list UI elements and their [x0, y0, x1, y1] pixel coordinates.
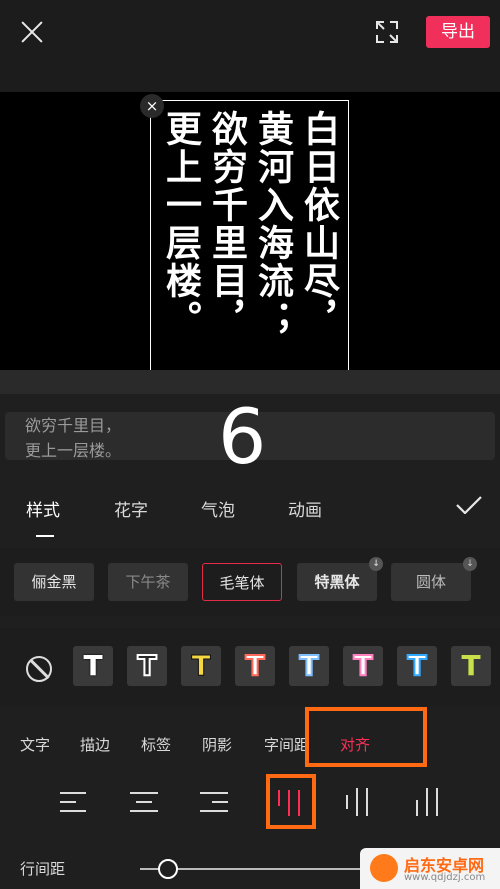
font-selector: 俪金黑 下午茶 毛笔体 特黑体 ↓ 圆体 ↓ [0, 548, 500, 616]
style-tabs: 样式 花字 气泡 动画 [0, 478, 500, 538]
color-swatch[interactable]: T [73, 646, 113, 686]
color-swatch[interactable]: T [397, 646, 437, 686]
poem-column: 白日依山尽， [298, 110, 340, 338]
font-option[interactable]: 圆体 ↓ [391, 557, 477, 601]
tab-bubble[interactable]: 气泡 [201, 496, 235, 521]
no-style-icon[interactable] [26, 656, 52, 682]
watermark: 启东安卓网 www.qdjdzj.com [360, 848, 500, 889]
font-option[interactable]: 俪金黑 [14, 563, 94, 601]
font-label: 特黑体 [314, 573, 360, 591]
slider-handle[interactable] [158, 859, 178, 879]
font-option[interactable]: 特黑体 ↓ [297, 557, 383, 601]
poem-column: 欲穷千里目， [206, 110, 248, 338]
timeline-strip [0, 370, 500, 394]
color-swatch[interactable]: T [181, 646, 221, 686]
line-spacing-label: 行间距 [20, 860, 66, 878]
step-number-annotation: 6 [218, 392, 267, 481]
color-swatch[interactable]: T [127, 646, 167, 686]
vertical-poem-text: 白日依山尽， 黄河入海流； 欲穷千里目， 更上一层楼。 [158, 110, 342, 365]
font-option[interactable]: 下午茶 [108, 563, 188, 601]
input-line: 欲穷千里目， [25, 416, 122, 435]
close-icon[interactable] [18, 18, 46, 46]
subtab-letter-spacing[interactable]: 字间距 [264, 734, 309, 755]
align-right-icon[interactable] [200, 788, 230, 816]
tab-style[interactable]: 样式 [26, 496, 60, 521]
watermark-url: www.qdjdzj.com [404, 872, 486, 883]
tab-fancy-text[interactable]: 花字 [114, 496, 148, 521]
download-icon: ↓ [369, 557, 383, 571]
top-bar: 导出 [0, 0, 500, 92]
confirm-check-icon[interactable] [456, 496, 482, 514]
text-color-swatches: T T T T T T T T [0, 628, 500, 706]
align-center-icon[interactable] [130, 788, 160, 816]
subtab-text[interactable]: 文字 [20, 734, 50, 755]
font-option-selected[interactable]: 毛笔体 [202, 563, 282, 601]
font-label: 圆体 [415, 573, 446, 591]
color-swatch[interactable]: T [343, 646, 383, 686]
subtab-stroke[interactable]: 描边 [80, 734, 110, 755]
download-icon: ↓ [463, 557, 477, 571]
vertical-align-center-icon[interactable] [344, 788, 374, 816]
subtab-shadow[interactable]: 阴影 [202, 734, 232, 755]
subtab-label[interactable]: 标签 [141, 734, 171, 755]
vertical-align-bottom-icon[interactable] [414, 788, 444, 816]
active-tab-indicator [36, 535, 54, 537]
color-swatch[interactable]: T [451, 646, 491, 686]
input-line: 更上一层楼。 [25, 441, 122, 460]
highlight-box [305, 707, 427, 767]
poem-column: 更上一层楼。 [160, 110, 202, 338]
export-button[interactable]: 导出 [426, 16, 490, 48]
poem-column: 黄河入海流； [252, 110, 294, 338]
alignment-options [0, 770, 500, 830]
watermark-logo-icon [370, 854, 398, 882]
fullscreen-icon[interactable] [375, 20, 399, 44]
color-swatch[interactable]: T [289, 646, 329, 686]
align-left-icon[interactable] [60, 788, 90, 816]
highlight-box [266, 774, 316, 829]
color-swatch[interactable]: T [235, 646, 275, 686]
tab-animation[interactable]: 动画 [288, 496, 322, 521]
